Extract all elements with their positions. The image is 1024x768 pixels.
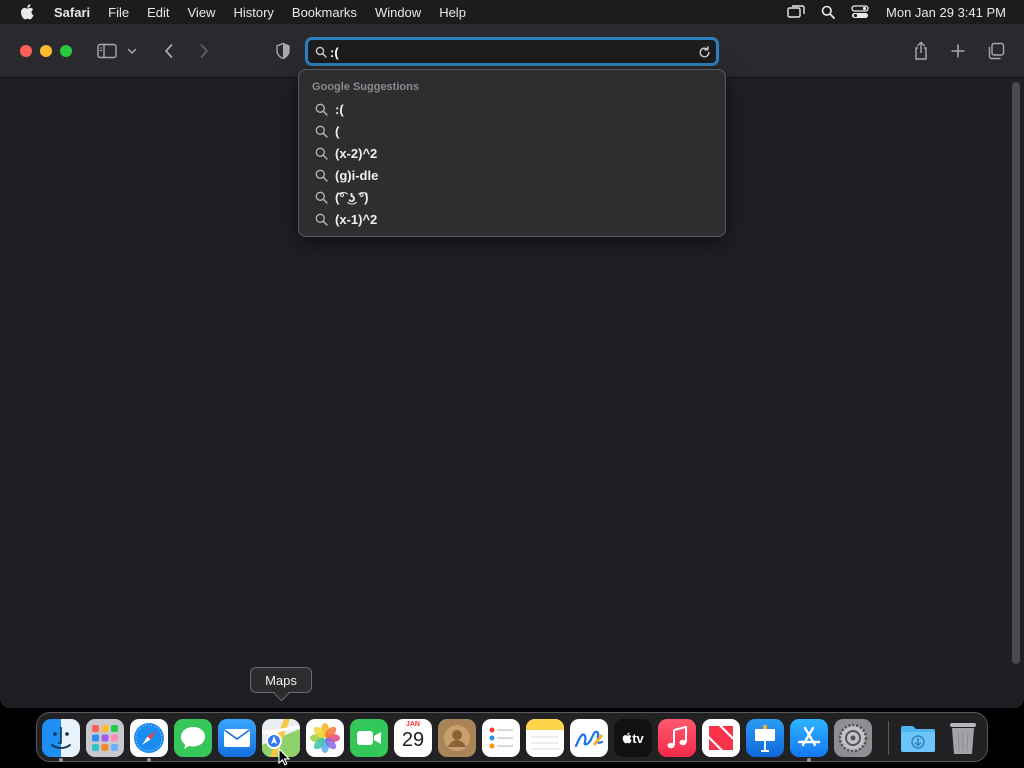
address-bar[interactable] [305, 37, 719, 66]
downloads-folder-icon[interactable] [899, 719, 937, 757]
calendar-month: JAN [405, 721, 420, 728]
menubar-clock[interactable]: Mon Jan 29 3:41 PM [886, 5, 1006, 20]
notes-icon[interactable] [526, 719, 564, 757]
menu-bar: Safari File Edit View History Bookmarks … [0, 0, 1024, 24]
suggestion-item[interactable]: (x-2)^2 [299, 142, 725, 164]
calendar-icon[interactable]: JAN 29 [394, 719, 432, 757]
tab-overview-icon[interactable] [984, 39, 1008, 63]
window-minimize-button[interactable] [40, 45, 52, 57]
dock: JAN 29 tv [36, 712, 988, 762]
mouse-pointer-icon [278, 747, 291, 768]
menu-edit[interactable]: Edit [138, 5, 178, 20]
messages-icon[interactable] [174, 719, 212, 757]
photos-icon[interactable] [306, 719, 344, 757]
suggestion-item[interactable]: :( [299, 98, 725, 120]
search-icon [314, 146, 328, 160]
reload-icon[interactable] [696, 44, 712, 60]
suggestion-text: :( [335, 101, 344, 117]
suggestion-item[interactable]: (͡° ͜ʖ ͡°) [299, 186, 725, 208]
sidebar-toggle-icon[interactable] [95, 39, 119, 63]
suggestion-text: (x-1)^2 [335, 211, 378, 227]
keynote-icon[interactable] [746, 719, 784, 757]
address-input[interactable] [330, 42, 690, 62]
tab-group-chevron-down-icon[interactable] [124, 39, 140, 63]
dock-tooltip-label: Maps [265, 672, 297, 688]
search-icon [314, 190, 328, 204]
menu-view[interactable]: View [179, 5, 225, 20]
spotlight-search-icon[interactable] [819, 3, 837, 21]
address-search-icon [315, 45, 327, 63]
window-maximize-button[interactable] [60, 45, 72, 57]
running-indicator [147, 758, 151, 762]
forward-chevron-icon[interactable] [192, 39, 216, 63]
menu-history[interactable]: History [224, 5, 282, 20]
tv-label: tv [632, 730, 644, 746]
system-settings-gear-icon[interactable] [834, 719, 872, 757]
suggestion-text: (g)i-dle [335, 167, 379, 183]
finder-icon[interactable] [42, 719, 80, 757]
safari-icon[interactable] [130, 719, 168, 757]
search-icon [314, 124, 328, 138]
safari-window: Google Suggestions :( ( (x-2)^2 (g)i-dle… [0, 24, 1024, 708]
contacts-icon[interactable] [438, 719, 476, 757]
mail-icon[interactable] [218, 719, 256, 757]
search-icon [314, 102, 328, 116]
new-tab-plus-icon[interactable] [946, 39, 970, 63]
dock-separator [888, 721, 889, 755]
back-chevron-icon[interactable] [157, 39, 181, 63]
menu-bookmarks[interactable]: Bookmarks [283, 5, 366, 20]
apple-menu-icon[interactable] [19, 4, 35, 20]
share-icon[interactable] [909, 39, 933, 63]
freeform-icon[interactable] [570, 719, 608, 757]
running-indicator [59, 758, 63, 762]
menu-window[interactable]: Window [366, 5, 430, 20]
search-icon [314, 168, 328, 182]
menu-file[interactable]: File [99, 5, 138, 20]
suggestion-text: (x-2)^2 [335, 145, 378, 161]
launchpad-icon[interactable] [86, 719, 124, 757]
screen-mirroring-icon[interactable] [787, 3, 805, 21]
search-icon [314, 212, 328, 226]
window-close-button[interactable] [20, 45, 32, 57]
trash-icon[interactable] [944, 719, 982, 757]
control-center-icon[interactable] [851, 3, 869, 21]
suggestion-item[interactable]: (x-1)^2 [299, 208, 725, 230]
suggestions-header: Google Suggestions [312, 81, 419, 93]
calendar-day: 29 [401, 729, 425, 751]
app-store-icon[interactable] [790, 719, 828, 757]
music-icon[interactable] [658, 719, 696, 757]
news-icon[interactable] [702, 719, 740, 757]
suggestions-list: :( ( (x-2)^2 (g)i-dle (͡° ͜ʖ ͡°) (x-1)^2 [299, 98, 725, 230]
suggestion-item[interactable]: ( [299, 120, 725, 142]
running-indicator [807, 758, 811, 762]
menu-app-safari[interactable]: Safari [45, 5, 99, 20]
privacy-shield-icon[interactable] [271, 39, 295, 63]
dock-tooltip: Maps [250, 667, 312, 693]
search-suggestions-dropdown: Google Suggestions :( ( (x-2)^2 (g)i-dle… [298, 69, 726, 237]
vertical-scrollbar[interactable] [1012, 82, 1020, 664]
reminders-icon[interactable] [482, 719, 520, 757]
facetime-icon[interactable] [350, 719, 388, 757]
menu-help[interactable]: Help [430, 5, 475, 20]
suggestion-text: (͡° ͜ʖ ͡°) [335, 189, 369, 205]
suggestion-text: ( [335, 123, 340, 139]
apple-tv-icon[interactable]: tv [614, 719, 652, 757]
suggestion-item[interactable]: (g)i-dle [299, 164, 725, 186]
